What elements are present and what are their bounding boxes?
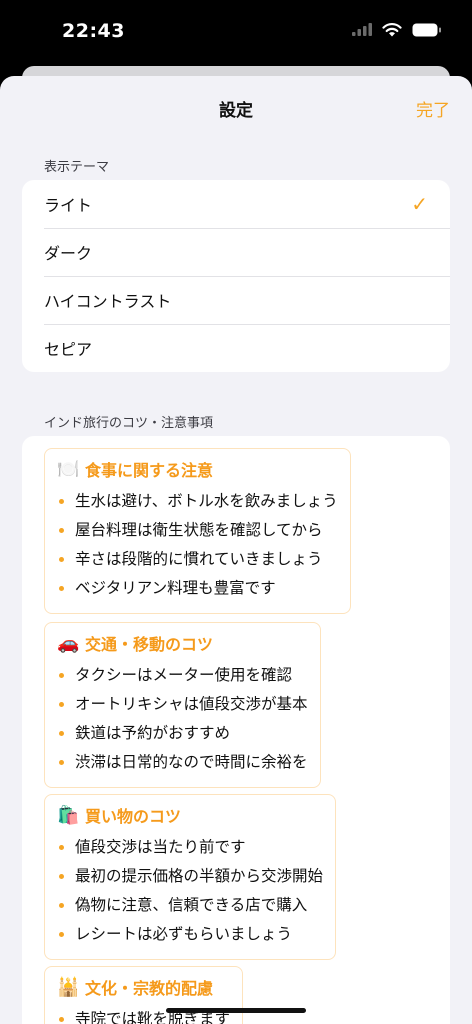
shopping-bag-icon: 🛍️ (57, 804, 80, 826)
tip-card-title: 🍽️ 食事に関する注意 (57, 457, 338, 481)
tip-card-title-text: 文化・宗教的配慮 (85, 979, 214, 998)
list-item: 鉄道は予約がおすすめ (57, 719, 308, 748)
list-item: 値段交渉は当たり前です (57, 833, 323, 862)
tip-list: 値段交渉は当たり前です 最初の提示価格の半額から交渉開始 偽物に注意、信頼できる… (57, 833, 323, 949)
theme-option-light[interactable]: ライト ✓ (22, 180, 450, 228)
tip-card-shopping: 🛍️ 買い物のコツ 値段交渉は当たり前です 最初の提示価格の半額から交渉開始 偽… (44, 794, 337, 960)
list-item: タクシーはメーター使用を確認 (57, 661, 308, 690)
theme-option-label: ライト (44, 196, 93, 215)
list-item: オートリキシャは値段交渉が基本 (57, 690, 308, 719)
checkmark-icon: ✓ (411, 192, 428, 216)
tip-card-title-text: 食事に関する注意 (85, 461, 214, 480)
tip-card-title: 🕌 文化・宗教的配慮 (57, 975, 230, 999)
list-item: レシートは必ずもらいましょう (57, 920, 323, 949)
plate-icon: 🍽️ (57, 458, 80, 480)
tip-card-transport: 🚗 交通・移動のコツ タクシーはメーター使用を確認 オートリキシャは値段交渉が基… (44, 622, 321, 788)
tip-list: タクシーはメーター使用を確認 オートリキシャは値段交渉が基本 鉄道は予約がおすす… (57, 661, 308, 777)
done-button[interactable]: 完了 (416, 96, 450, 121)
theme-option-label: ハイコントラスト (44, 292, 172, 311)
status-time: 22:43 (62, 20, 125, 42)
status-bar: 22:43 (0, 0, 472, 64)
cellular-signal-icon (352, 23, 372, 36)
battery-icon (412, 23, 441, 36)
theme-section-header: 表示テーマ (44, 160, 110, 175)
tip-card-culture: 🕌 文化・宗教的配慮 寺院では靴を脱ぎます (44, 966, 244, 1024)
tip-card-title-text: 買い物のコツ (85, 807, 182, 826)
list-item: 生水は避け、ボトル水を飲みましょう (57, 487, 338, 516)
list-item: 最初の提示価格の半額から交渉開始 (57, 862, 323, 891)
theme-option-high-contrast[interactable]: ハイコントラスト (22, 276, 450, 324)
tips-section-header: インド旅行のコツ・注意事項 (44, 416, 214, 431)
settings-sheet: 設定 完了 表示テーマ ライト ✓ ダーク ハイコントラスト セピア インド旅行… (0, 76, 472, 1024)
car-icon: 🚗 (57, 632, 80, 654)
status-icons (352, 22, 442, 37)
mosque-icon: 🕌 (57, 976, 80, 998)
theme-option-sepia[interactable]: セピア (22, 324, 450, 372)
tip-card-title-text: 交通・移動のコツ (85, 635, 214, 654)
tip-card-title: 🚗 交通・移動のコツ (57, 631, 308, 655)
tip-card-title: 🛍️ 買い物のコツ (57, 803, 323, 827)
theme-option-label: ダーク (44, 244, 93, 263)
theme-option-label: セピア (44, 340, 93, 359)
wifi-icon (382, 23, 402, 37)
list-item: 屋台料理は衛生状態を確認してから (57, 516, 338, 545)
list-item: 渋滞は日常的なので時間に余裕を (57, 748, 308, 777)
list-item: ベジタリアン料理も豊富です (57, 574, 338, 603)
list-item: 辛さは段階的に慣れていきましょう (57, 545, 338, 574)
nav-title: 設定 (219, 101, 253, 121)
home-indicator[interactable] (166, 1008, 306, 1013)
tips-container: 🍽️ 食事に関する注意 生水は避け、ボトル水を飲みましょう 屋台料理は衛生状態を… (22, 436, 450, 1024)
tip-card-food: 🍽️ 食事に関する注意 生水は避け、ボトル水を飲みましょう 屋台料理は衛生状態を… (44, 448, 351, 614)
theme-option-dark[interactable]: ダーク (22, 228, 450, 276)
theme-option-list: ライト ✓ ダーク ハイコントラスト セピア (22, 180, 450, 372)
tip-list: 生水は避け、ボトル水を飲みましょう 屋台料理は衛生状態を確認してから 辛さは段階… (57, 487, 338, 603)
list-item: 偽物に注意、信頼できる店で購入 (57, 891, 323, 920)
